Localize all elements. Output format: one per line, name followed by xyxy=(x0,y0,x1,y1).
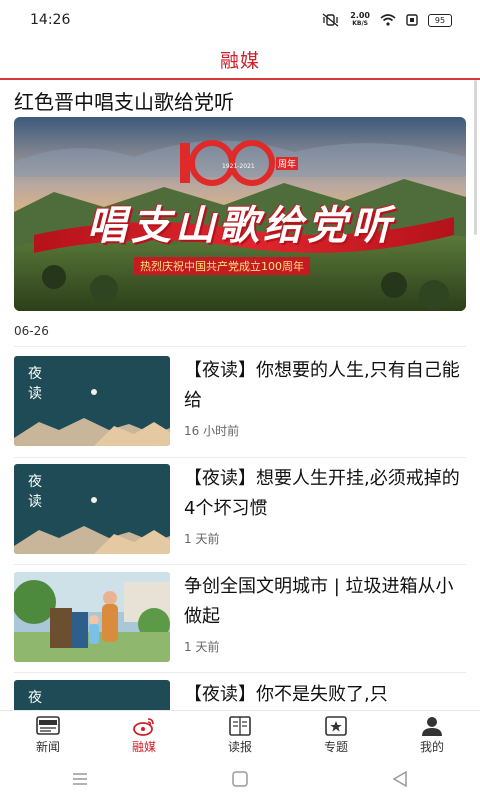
news-thumbnail: 夜读 xyxy=(14,356,170,446)
system-nav-bar xyxy=(0,758,480,800)
tab-label: 新闻 xyxy=(35,739,60,754)
news-item[interactable]: 夜读 【夜读】你不是失败了,只 xyxy=(14,680,466,710)
featured-banner[interactable]: 1921-2021 周年 唱支山歌给党听 热烈庆祝中国共产党成立100周年 xyxy=(14,117,466,311)
status-icons: 2.00 KB/S 95 xyxy=(322,12,452,28)
tab-media[interactable]: 融媒 xyxy=(96,711,192,758)
battery-icon: 95 xyxy=(428,13,452,27)
news-time: 1 天前 xyxy=(184,640,220,654)
tab-profile[interactable]: 我的 xyxy=(384,711,480,758)
sim-icon xyxy=(406,14,418,26)
topic-icon xyxy=(325,715,347,736)
tab-label: 读报 xyxy=(227,739,252,754)
date-label: 06-26 xyxy=(14,324,49,338)
banner-ribbon-text: 热烈庆祝中国共产党成立100周年 xyxy=(134,257,310,275)
content-feed[interactable]: 红色晋中唱支山歌给党听 1921-2021 周年 唱支山歌给党听 热烈庆祝中国共… xyxy=(0,80,480,710)
status-bar: 14:26 2.00 KB/S 95 xyxy=(0,0,480,40)
net-speed: 2.00 KB/S xyxy=(350,11,370,28)
tab-news[interactable]: 新闻 xyxy=(0,711,96,758)
thumb-label: 夜读 xyxy=(28,474,42,510)
news-thumbnail: 夜读 xyxy=(14,464,170,554)
scrollbar[interactable] xyxy=(474,80,477,235)
thumb-label: 夜读 xyxy=(28,366,42,402)
divider xyxy=(14,457,466,458)
tab-newspaper[interactable]: 读报 xyxy=(192,711,288,758)
divider xyxy=(14,672,466,673)
featured-title[interactable]: 红色晋中唱支山歌给党听 xyxy=(14,86,234,115)
page-title: 融媒 xyxy=(219,49,260,72)
bottom-tab-bar: 新闻 融媒 读报 专题 我的 xyxy=(0,710,480,758)
news-item[interactable]: 争创全国文明城市 | 垃圾进箱从小做起 1 天前 xyxy=(14,572,466,662)
news-title[interactable]: 争创全国文明城市 | 垃圾进箱从小做起 xyxy=(184,572,466,632)
tab-topics[interactable]: 专题 xyxy=(288,711,384,758)
news-item[interactable]: 夜读 【夜读】想要人生开挂,必须戒掉的4个坏习惯 1 天前 xyxy=(14,464,466,554)
profile-icon xyxy=(422,716,442,736)
status-time: 14:26 xyxy=(30,12,71,28)
thumb-label: 夜读 xyxy=(28,690,42,706)
tab-label: 我的 xyxy=(419,739,444,754)
app-header: 融媒 xyxy=(0,40,480,80)
mute-vibrate-icon xyxy=(322,13,339,27)
news-title[interactable]: 【夜读】你不是失败了,只 xyxy=(184,680,466,710)
news-item[interactable]: 夜读 【夜读】你想要的人生,只有自己能给 16 小时前 xyxy=(14,356,466,446)
news-thumbnail: 夜读 xyxy=(14,680,170,710)
tab-label: 专题 xyxy=(323,739,348,754)
wifi-icon xyxy=(380,14,396,26)
news-icon xyxy=(36,715,60,735)
news-title[interactable]: 【夜读】你想要的人生,只有自己能给 xyxy=(184,356,466,416)
tab-label: 融媒 xyxy=(131,739,156,754)
news-title[interactable]: 【夜读】想要人生开挂,必须戒掉的4个坏习惯 xyxy=(184,464,466,524)
divider xyxy=(14,564,466,565)
banner-calligraphy: 唱支山歌给党听 xyxy=(87,203,395,249)
banner-logo-suffix: 周年 xyxy=(276,157,299,170)
newspaper-icon xyxy=(229,715,251,736)
banner-logo-years: 1921-2021 xyxy=(222,163,255,170)
home-icon[interactable] xyxy=(231,770,249,788)
menu-icon[interactable] xyxy=(71,770,89,788)
back-icon[interactable] xyxy=(391,770,409,788)
divider xyxy=(14,346,466,347)
media-icon xyxy=(133,717,154,736)
news-time: 1 天前 xyxy=(184,532,220,546)
news-time: 16 小时前 xyxy=(184,424,240,438)
news-thumbnail xyxy=(14,572,170,662)
